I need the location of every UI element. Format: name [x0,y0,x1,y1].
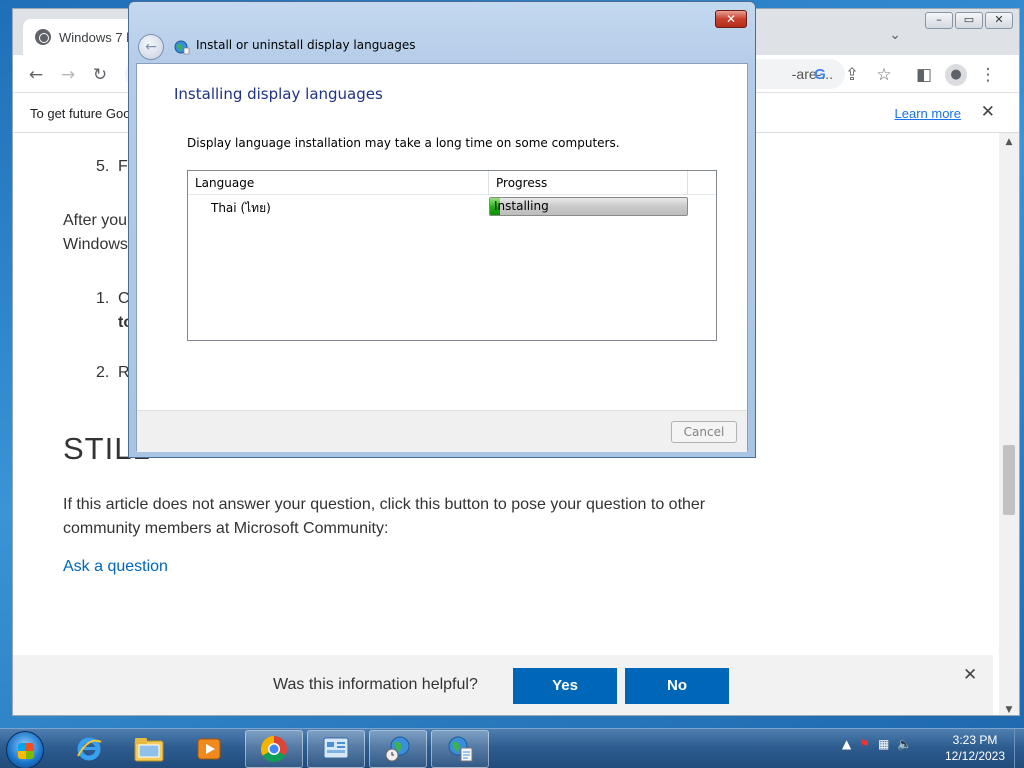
tab-title: Windows 7 la [59,29,137,45]
dialog-title: Install or uninstall display languages [196,38,416,52]
side-panel-icon[interactable]: ◧ [913,64,935,86]
maximize-button[interactable]: ▭ [955,12,983,29]
action-center-flag-icon[interactable]: ⚑ [859,737,870,751]
page-scrollbar[interactable]: ▲ ▼ [999,133,1019,715]
chrome-icon [260,735,287,763]
tray-expand-arrow-icon[interactable]: ▲ [842,737,851,751]
back-arrow-icon[interactable]: ← [138,34,164,60]
show-desktop-button[interactable] [1014,729,1024,768]
network-icon[interactable]: ▦ [878,737,889,751]
media-player-icon [197,738,221,760]
feedback-question: Was this information helpful? [273,676,478,693]
infobar-message: To get future Goo [30,106,131,121]
no-button[interactable]: No [625,668,729,704]
folder-icon [134,738,164,762]
yes-button[interactable]: Yes [513,668,617,704]
reload-icon[interactable]: ↻ [89,64,111,86]
install-progress-bar: Installing [489,197,688,216]
list-header: Language Progress [188,171,716,195]
cancel-button[interactable]: Cancel [671,421,737,443]
scroll-down-arrow-icon[interactable]: ▼ [999,705,1019,715]
list-number: 5. [96,158,110,175]
list-number: 1. [96,290,110,307]
globe-icon [35,29,51,45]
clock-date: 12/12/2023 [944,749,1006,763]
taskbar-chrome[interactable] [245,730,303,768]
language-globe-icon [174,40,190,55]
clock-time: 3:23 PM [952,733,998,747]
feedback-bar: Was this information helpful? Yes No ✕ [13,655,993,715]
start-button[interactable] [6,731,44,768]
column-header-progress[interactable]: Progress [489,171,688,195]
language-installer-icon [448,736,473,762]
dialog-close-button[interactable]: ✕ [715,10,747,28]
taskbar-control-panel[interactable] [307,730,365,768]
taskbar-windows-explorer[interactable] [120,730,178,768]
control-panel-icon [323,737,349,759]
scroll-up-arrow-icon[interactable]: ▲ [999,137,1019,147]
dialog-heading: Installing display languages [174,85,383,103]
internet-explorer-icon [77,737,102,761]
bookmark-star-icon[interactable]: ☆ [873,64,895,86]
help-text-line: community members at Microsoft Community… [63,520,389,537]
profile-avatar-icon[interactable]: ● [945,64,967,86]
volume-muted-icon[interactable]: 🔈 [897,737,912,751]
clock-globe-icon [385,736,410,762]
tab-search-chevron-icon[interactable]: ⌄ [889,27,901,43]
row-language: Thai (ไทย) [211,201,271,215]
language-list: Language Progress Thai (ไทย) Installing [187,170,717,341]
scroll-thumb[interactable] [1003,445,1015,515]
taskbar-language-installer[interactable] [431,730,489,768]
language-install-dialog: ✕ ← Install or uninstall display languag… [128,1,756,458]
dialog-body: Installing display languages Display lan… [136,63,748,452]
paragraph-line: After you [63,212,128,229]
menu-kebab-icon[interactable]: ⋮ [977,64,999,86]
feedback-close-icon[interactable]: ✕ [963,665,977,685]
ask-question-link[interactable]: Ask a question [63,558,168,576]
taskbar-clock[interactable]: 3:23 PM 12/12/2023 [940,732,1010,764]
close-button[interactable]: ✕ [985,12,1013,29]
progress-status: Installing [494,199,549,213]
column-header-language[interactable]: Language [188,171,489,195]
taskbar-internet-explorer[interactable] [60,730,118,768]
minimize-button[interactable]: – [925,12,953,29]
list-number: 2. [96,364,110,381]
infobar-close-icon[interactable]: ✕ [981,102,995,122]
google-lens-icon[interactable]: G [809,64,831,86]
help-text-line: If this article does not answer your que… [63,496,706,513]
share-icon[interactable]: ⇪ [841,64,863,86]
system-tray: ▲ ⚑ ▦ 🔈 [842,737,912,751]
dialog-description: Display language installation may take a… [187,136,620,150]
paragraph-line: Windows [63,236,128,253]
browser-window-controls: – ▭ ✕ [925,12,1013,29]
list-row: Thai (ไทย) Installing [188,196,716,218]
taskbar-clock-globe[interactable] [369,730,427,768]
taskbar-media-player[interactable] [180,730,238,768]
back-arrow-icon[interactable]: ← [25,64,47,86]
dialog-footer: Cancel [137,410,747,452]
taskbar: ▲ ⚑ ▦ 🔈 3:23 PM 12/12/2023 [0,728,1024,768]
forward-arrow-icon[interactable]: → [57,64,79,86]
learn-more-link[interactable]: Learn more [895,106,961,121]
